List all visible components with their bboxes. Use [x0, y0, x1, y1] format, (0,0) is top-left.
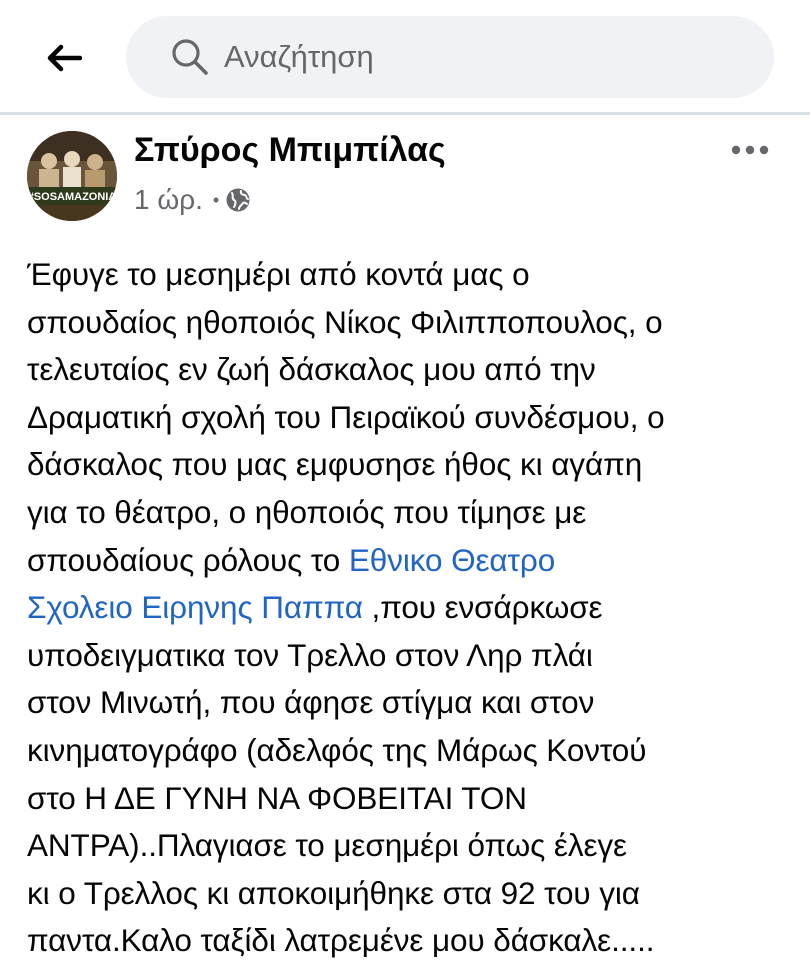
avatar-image: #SOSAMAZONIA — [27, 131, 117, 221]
post-text-line: σπουδαίους ρόλους το Εθνικο Θεατρο — [27, 537, 802, 585]
arrow-left-icon — [47, 44, 82, 72]
meta-separator: • — [212, 189, 220, 210]
post-text-line: ΑΝΤΡΑ)..Πλαγιασε το μεσημέρι όπως έλεγε — [27, 827, 627, 864]
avatar-text: #SOSAMAZONIA — [28, 191, 117, 203]
post-text-line: κινηματογράφο (αδελφός της Μάρως Κοντού — [27, 731, 647, 768]
post-text-line: Δραματική σχολή του Πειραϊκού συνδέσμου,… — [27, 398, 665, 435]
author-name[interactable]: Σπύρος Μπιμπίλας — [134, 131, 446, 170]
post-text-line: Έφυγε το μεσημέρι από κοντά μας ο — [27, 256, 530, 292]
post-text-line: για το θέατρο, ο ηθοποιός που τίμησε με — [27, 493, 587, 530]
post-text-line: παντα.Καλο ταξίδι λατρεμένε μου δάσκαλε.… — [27, 922, 655, 959]
header-divider — [0, 112, 810, 115]
more-options-button[interactable] — [722, 130, 778, 170]
more-horizontal-icon — [731, 145, 769, 155]
post-text-line: δάσκαλος που μας εμφυσησε ήθος κι αγάπη — [27, 446, 643, 483]
avatar[interactable]: #SOSAMAZONIA — [27, 131, 117, 221]
back-button[interactable] — [36, 30, 92, 86]
post-meta: 1 ώρ. • — [134, 181, 251, 219]
post-text: Έφυγε το μεσημέρι από κοντά μας ο σπουδα… — [27, 251, 802, 965]
post-text-line: υποδειγματικα τον Τρελλο στον Ληρ πλάι — [27, 636, 593, 673]
search-box[interactable] — [126, 16, 774, 98]
post-text-line: στον Μινωτή, που άφησε στίγμα και στον — [27, 684, 595, 721]
globe-icon[interactable] — [225, 187, 251, 213]
post-text-line: κι ο Τρελλος κι αποκοιμήθηκε στα 92 του … — [27, 874, 640, 911]
post-time[interactable]: 1 ώρ. — [134, 184, 203, 216]
search-input[interactable] — [222, 38, 746, 76]
post-text-fragment: ,που ενσάρκωσε — [362, 589, 603, 626]
post-text-line: σπουδαίος ηθοποιός Νίκος Φιλιπποπουλος, … — [27, 303, 663, 340]
post-text-line: τελευταίος εν ζωή δάσκαλος μου από την — [27, 351, 596, 388]
post-text-line: στο Η ΔΕ ΓΥΝΗ ΝΑ ΦΟΒΕΙΤΑΙ ΤΟΝ — [27, 779, 527, 816]
search-icon — [172, 39, 208, 75]
post-text-line: Σχολειο Ειρηνης Παππα ,που ενσάρκωσε — [27, 584, 802, 632]
page-link-sxoleio-eirinis-pappa[interactable]: Σχολειο Ειρηνης Παππα — [27, 589, 363, 625]
top-bar — [0, 0, 810, 112]
page-link-ethniko-theatro[interactable]: Εθνικο Θεατρο — [349, 542, 555, 578]
post-text-fragment: σπουδαίους ρόλους το — [27, 541, 349, 578]
